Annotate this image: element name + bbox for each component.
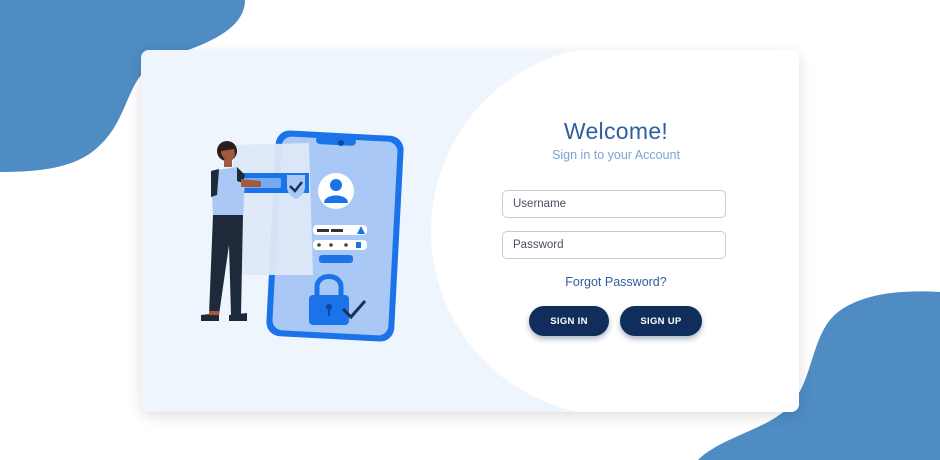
login-form: Welcome! Sign in to your Account Forgot … (501, 50, 731, 412)
welcome-subtitle: Sign in to your Account (552, 148, 680, 162)
welcome-title: Welcome! (563, 118, 669, 144)
login-card: Welcome! Sign in to your Account Forgot … (141, 50, 799, 412)
screen-panel (233, 143, 313, 275)
forgot-password-link[interactable]: Forgot Password? (501, 275, 731, 289)
username-input[interactable] (502, 190, 726, 218)
user-icon (318, 173, 354, 209)
sign-up-button[interactable]: SIGN UP (620, 306, 702, 336)
sign-in-button[interactable]: SIGN IN (529, 306, 609, 336)
security-illustration (181, 125, 411, 355)
password-input[interactable] (502, 231, 726, 259)
